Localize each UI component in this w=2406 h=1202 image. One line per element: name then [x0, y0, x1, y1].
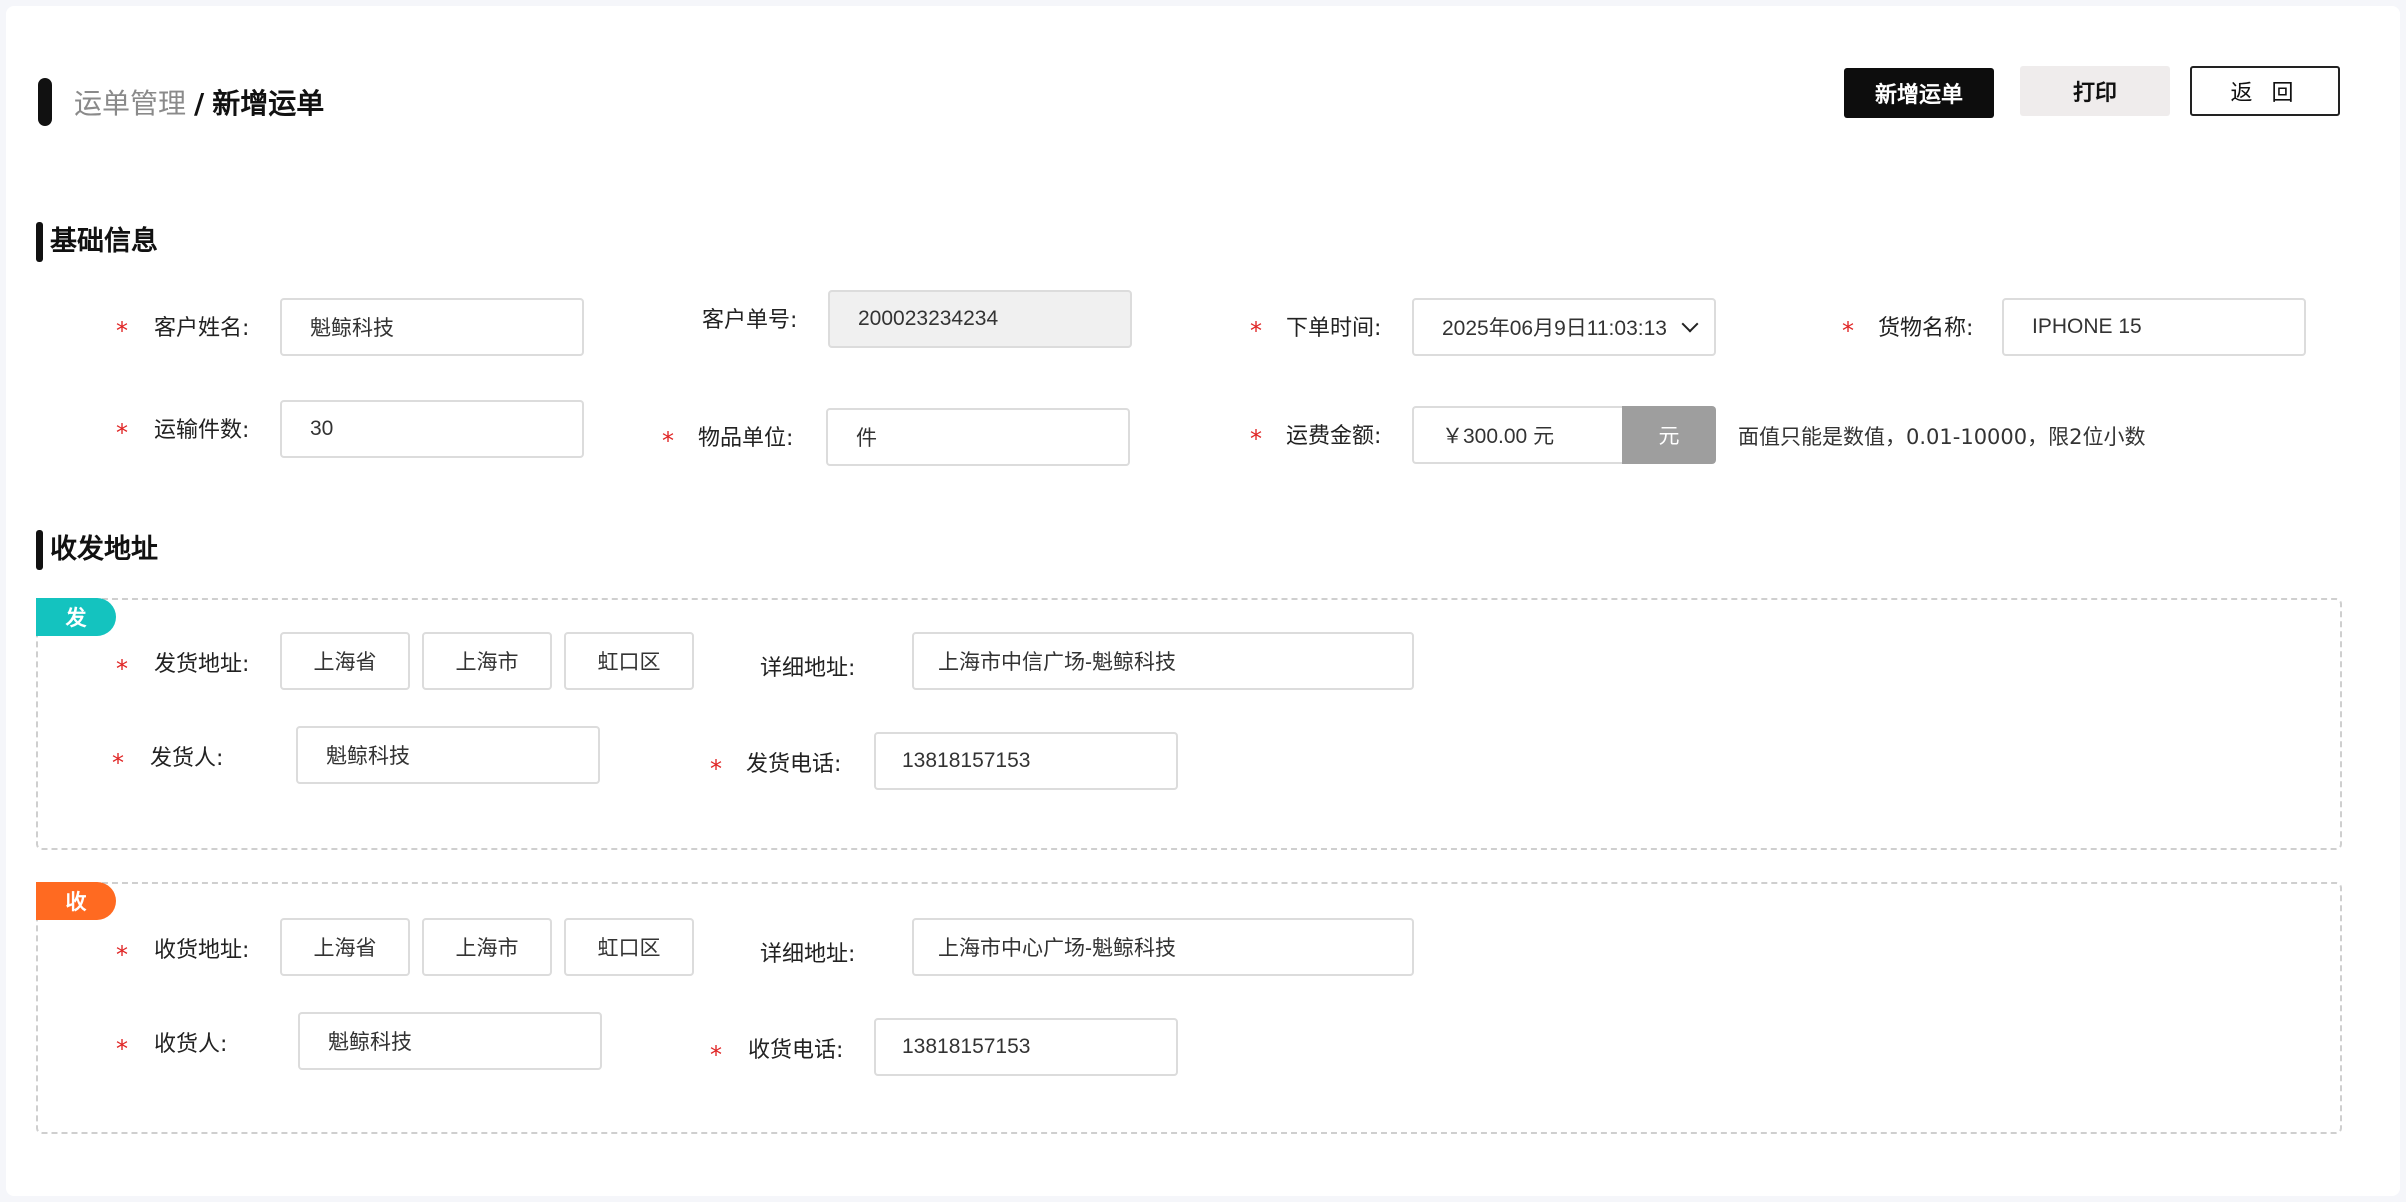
receiver-city-select[interactable]: 上海市 — [422, 918, 552, 976]
sender-person-input[interactable]: 魁鲸科技 — [296, 726, 600, 784]
order-time-label: 下单时间: — [1286, 316, 1382, 341]
receiver-phone-label: 收货电话: — [748, 1038, 844, 1063]
sender-city-select[interactable]: 上海市 — [422, 632, 552, 690]
freight-unit-button[interactable]: 元 — [1622, 406, 1716, 464]
new-waybill-button[interactable]: 新增运单 — [1844, 68, 1994, 118]
required-mark: * — [116, 941, 128, 969]
required-mark: * — [116, 1035, 128, 1063]
section-accent-bar — [36, 222, 43, 262]
customer-no-label: 客户单号: — [702, 308, 798, 333]
customer-no-input: 200023234234 — [828, 290, 1132, 348]
required-mark: * — [1250, 425, 1262, 453]
receiver-province-select[interactable]: 上海省 — [280, 918, 410, 976]
receiver-person-input[interactable]: 魁鲸科技 — [298, 1012, 602, 1070]
required-mark: * — [1250, 317, 1262, 345]
back-button[interactable]: 返 回 — [2190, 66, 2340, 116]
required-mark: * — [1842, 317, 1854, 345]
receiver-person-label: 收货人: — [154, 1032, 228, 1057]
goods-name-label: 货物名称: — [1878, 316, 1974, 341]
sender-phone-label: 发货电话: — [746, 752, 842, 777]
freight-label: 运费金额: — [1286, 424, 1382, 449]
print-button[interactable]: 打印 — [2020, 66, 2170, 116]
quantity-label: 运输件数: — [154, 418, 250, 443]
receiver-address-label: 收货地址: — [154, 938, 250, 963]
sender-address-label: 发货地址: — [154, 652, 250, 677]
page-title: 新增运单 — [212, 87, 325, 120]
section-title-basic: 基础信息 — [50, 226, 158, 257]
order-time-select[interactable]: 2025年06月9日11:03:13 — [1412, 298, 1716, 356]
required-mark: * — [116, 419, 128, 447]
breadcrumb-separator: / — [194, 87, 205, 120]
freight-amount-input[interactable]: ￥300.00 元 — [1412, 406, 1622, 464]
goods-name-input[interactable]: IPHONE 15 — [2002, 298, 2306, 356]
receiver-tag: 收 — [36, 882, 116, 920]
order-time-value: 2025年06月9日11:03:13 — [1442, 317, 1667, 340]
page-container: 运单管理 / 新增运单 新增运单 打印 返 回 基础信息 * 客户姓名: 魁鲸科技 … — [6, 6, 2400, 1196]
required-mark: * — [710, 755, 722, 783]
required-mark: * — [662, 427, 674, 455]
customer-name-input[interactable]: 魁鲸科技 — [280, 298, 584, 356]
required-mark: * — [116, 317, 128, 345]
required-mark: * — [710, 1041, 722, 1069]
sender-detail-input[interactable]: 上海市中信广场-魁鲸科技 — [912, 632, 1414, 690]
sender-detail-label: 详细地址: — [760, 656, 856, 681]
unit-label: 物品单位: — [698, 426, 794, 451]
sender-province-select[interactable]: 上海省 — [280, 632, 410, 690]
breadcrumb: 运单管理 / 新增运单 — [74, 82, 324, 126]
receiver-detail-input[interactable]: 上海市中心广场-魁鲸科技 — [912, 918, 1414, 976]
receiver-district-select[interactable]: 虹口区 — [564, 918, 694, 976]
breadcrumb-parent-link[interactable]: 运单管理 — [74, 87, 186, 120]
section-title-address: 收发地址 — [50, 534, 158, 565]
section-accent-bar — [36, 530, 43, 570]
freight-hint: 面值只能是数值，0.01-10000，限2位小数 — [1738, 425, 2146, 449]
required-mark: * — [112, 749, 124, 777]
customer-name-label: 客户姓名: — [154, 316, 250, 341]
unit-input[interactable]: 件 — [826, 408, 1130, 466]
sender-phone-input[interactable]: 13818157153 — [874, 732, 1178, 790]
sender-tag: 发 — [36, 598, 116, 636]
chevron-down-icon — [1681, 315, 1699, 333]
sender-district-select[interactable]: 虹口区 — [564, 632, 694, 690]
receiver-phone-input[interactable]: 13818157153 — [874, 1018, 1178, 1076]
sender-person-label: 发货人: — [150, 746, 224, 771]
quantity-input[interactable]: 30 — [280, 400, 584, 458]
required-mark: * — [116, 655, 128, 683]
receiver-detail-label: 详细地址: — [760, 942, 856, 967]
breadcrumb-accent-bar — [38, 78, 52, 126]
